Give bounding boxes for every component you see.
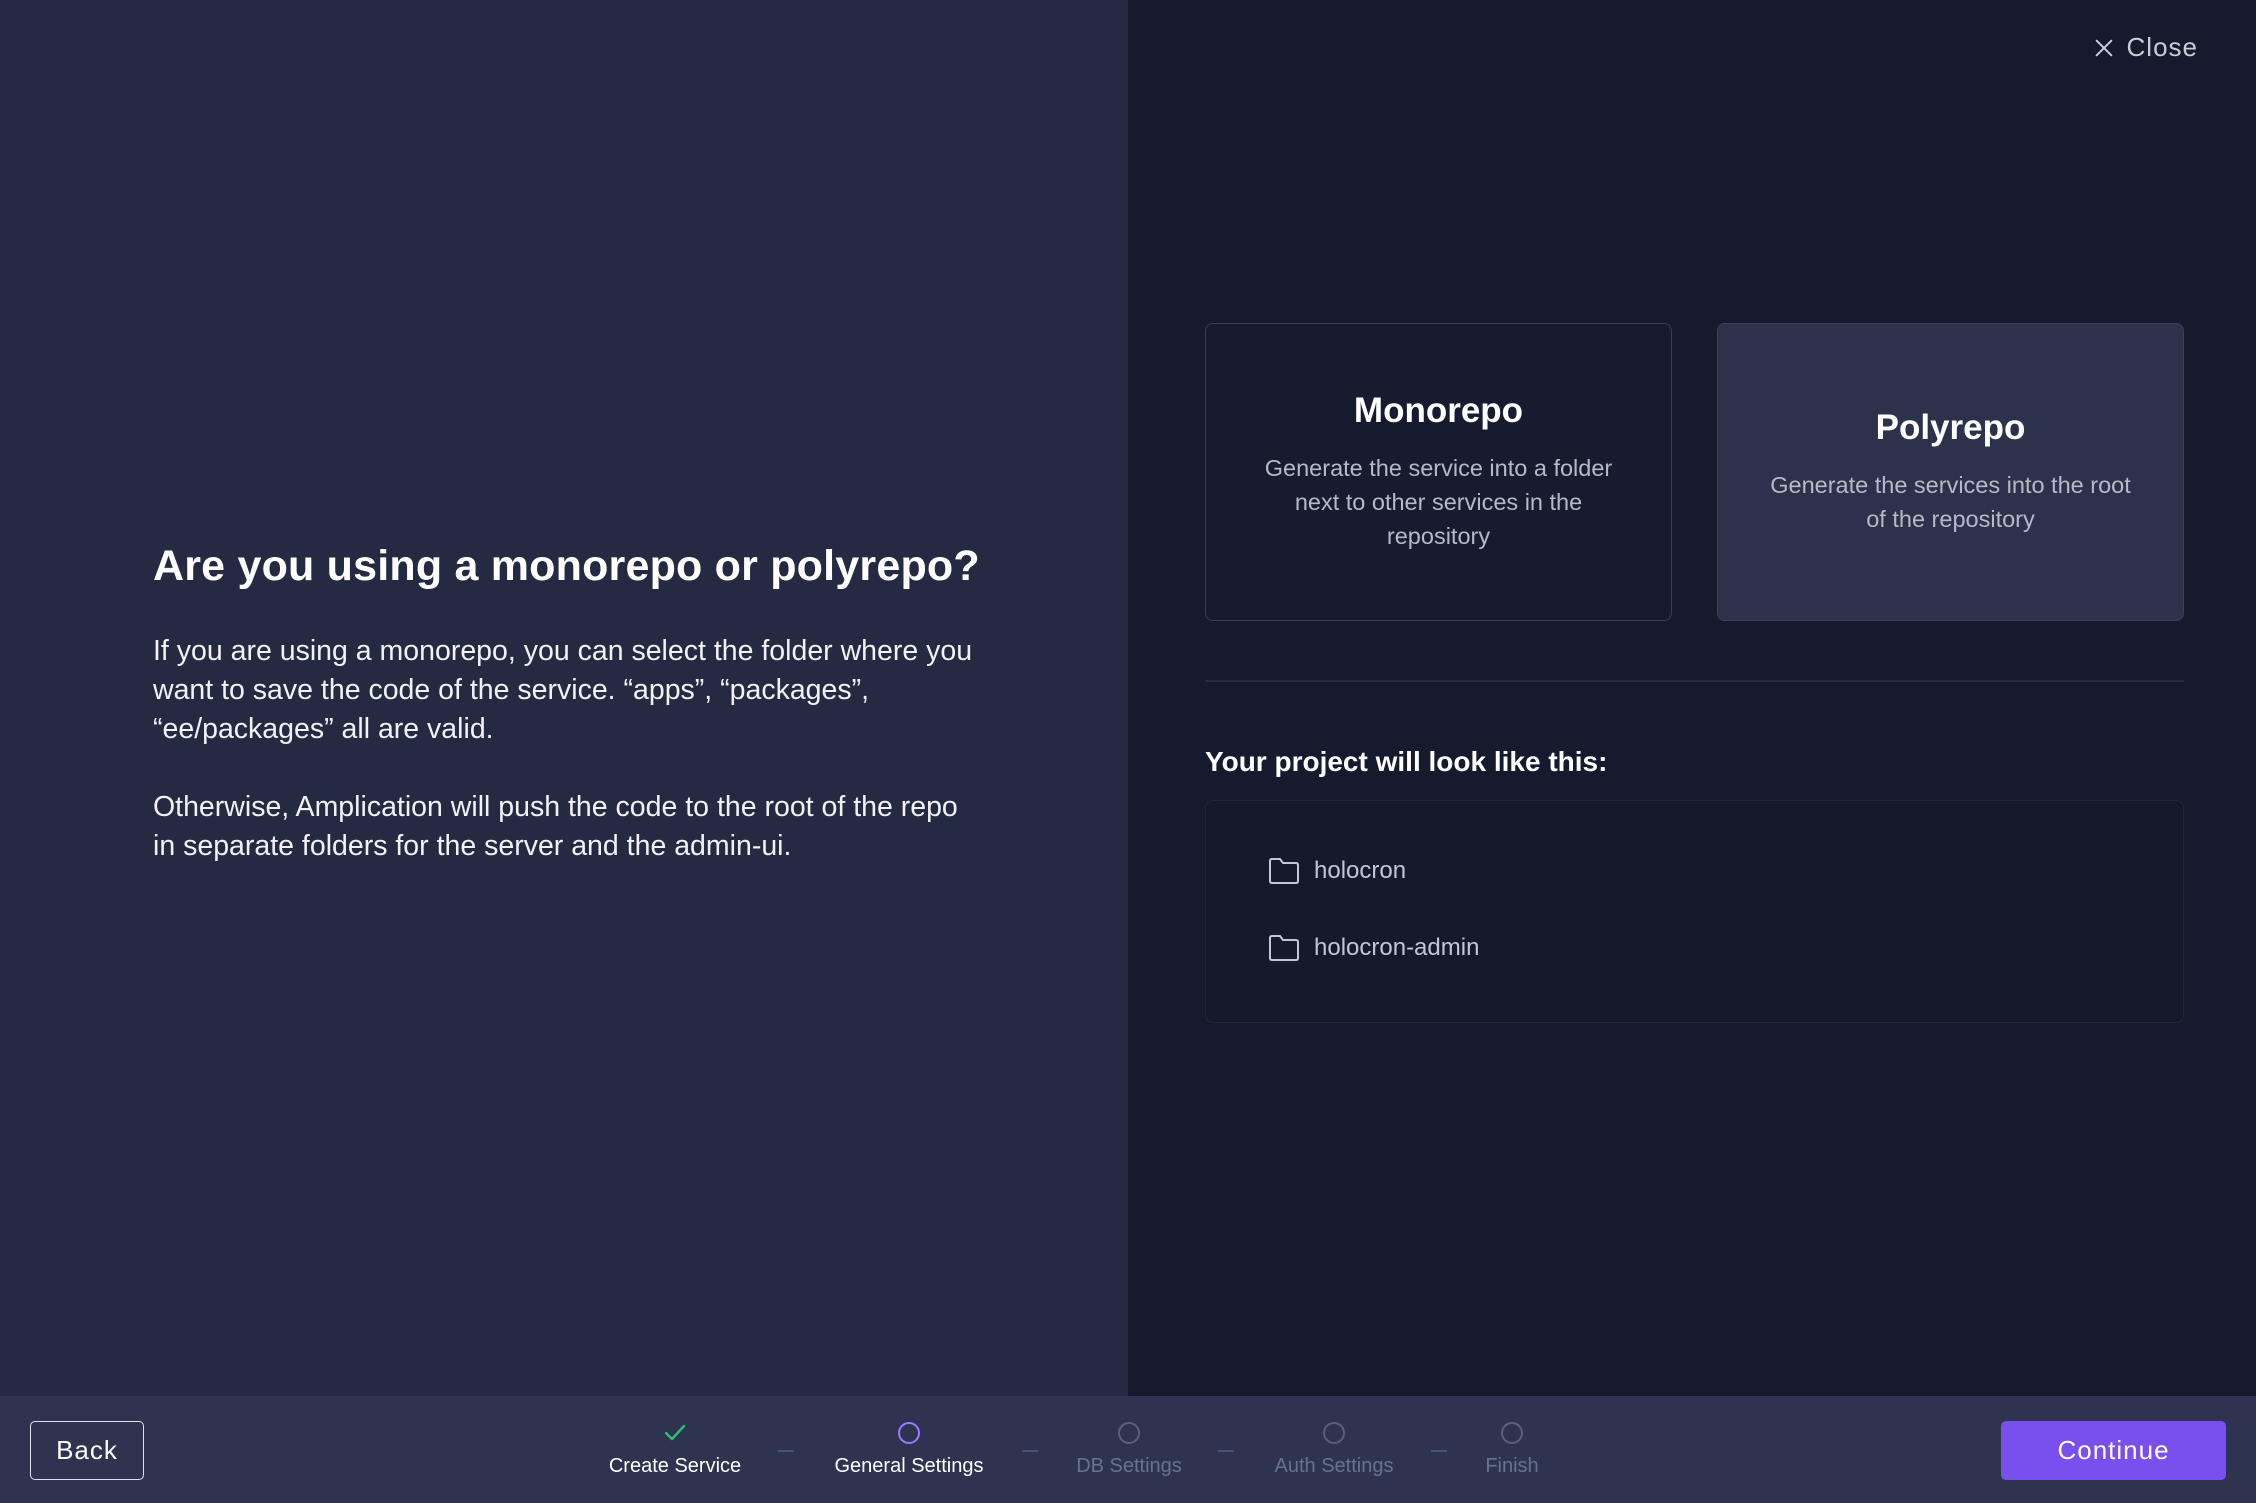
monorepo-option-description: Generate the service into a folder next … xyxy=(1264,455,1613,549)
info-content: Are you using a monorepo or polyrepo? If… xyxy=(153,540,980,866)
step-circle-icon xyxy=(896,1420,922,1446)
step-auth-settings: Auth Settings xyxy=(1272,1420,1396,1478)
step-circle-icon xyxy=(1499,1420,1525,1446)
folder-icon xyxy=(1269,935,1299,961)
continue-button[interactable]: Continue xyxy=(2001,1421,2226,1480)
step-label: DB Settings xyxy=(1076,1455,1182,1477)
options-panel: Close Monorepo Generate the service into… xyxy=(1128,0,2256,1396)
step-general-settings: General Settings xyxy=(832,1420,986,1478)
polyrepo-option-card[interactable]: Polyrepo Generate the services into the … xyxy=(1717,323,2184,621)
info-panel: Are you using a monorepo or polyrepo? If… xyxy=(0,0,1128,1396)
monorepo-option-card[interactable]: Monorepo Generate the service into a fol… xyxy=(1205,323,1672,621)
description-monorepo: If you are using a monorepo, you can sel… xyxy=(153,635,973,745)
close-label: Close xyxy=(2126,32,2198,62)
project-structure-preview: holocron holocron-admin xyxy=(1205,800,2184,1023)
description-polyrepo: Otherwise, Amplication will push the cod… xyxy=(153,791,958,862)
folder-item: holocron xyxy=(1268,855,2183,887)
step-finish: Finish xyxy=(1484,1420,1540,1478)
monorepo-option-title: Monorepo xyxy=(1353,391,1524,430)
step-separator xyxy=(1218,1450,1234,1452)
wizard-footer: Back Create Service General Settings DB … xyxy=(0,1396,2256,1503)
close-icon xyxy=(2095,39,2112,56)
folder-item: holocron-admin xyxy=(1268,932,2183,964)
check-icon xyxy=(662,1420,688,1446)
polyrepo-option-description: Generate the services into the root of t… xyxy=(1770,472,2131,532)
close-button[interactable]: Close xyxy=(2093,32,2198,63)
step-separator xyxy=(1431,1450,1447,1452)
step-label: Create Service xyxy=(608,1455,742,1477)
step-db-settings: DB Settings xyxy=(1076,1420,1182,1478)
polyrepo-option-title: Polyrepo xyxy=(1875,408,2026,447)
folder-icon xyxy=(1269,858,1299,884)
folder-name: holocron-admin xyxy=(1314,934,1480,961)
page-title: Are you using a monorepo or polyrepo? xyxy=(153,542,980,590)
step-separator xyxy=(1022,1450,1038,1452)
create-service-wizard: Are you using a monorepo or polyrepo? If… xyxy=(0,0,2256,1503)
step-separator xyxy=(778,1450,794,1452)
step-label: Auth Settings xyxy=(1274,1455,1394,1477)
step-circle-icon xyxy=(1321,1420,1347,1446)
step-create-service: Create Service xyxy=(605,1420,745,1478)
folder-name: holocron xyxy=(1314,857,1407,884)
preview-title: Your project will look like this: xyxy=(1205,746,1608,777)
step-label: Finish xyxy=(1485,1455,1539,1477)
section-divider xyxy=(1205,680,2184,682)
back-button[interactable]: Back xyxy=(30,1421,144,1480)
step-circle-icon xyxy=(1116,1420,1142,1446)
step-label: General Settings xyxy=(834,1455,984,1477)
